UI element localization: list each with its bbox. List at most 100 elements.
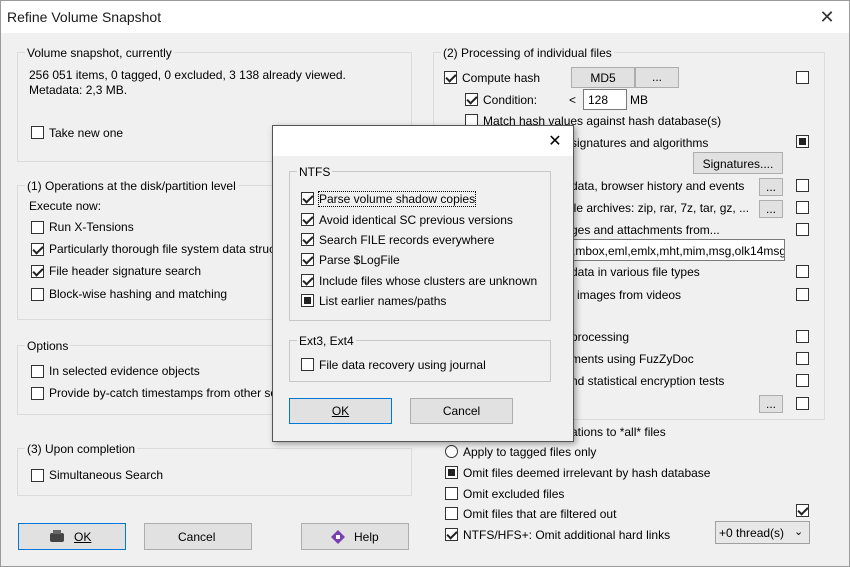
archives-checkbox[interactable] (796, 201, 809, 214)
dialog-ok-label: OK (331, 404, 350, 418)
processing-label: processing (571, 330, 630, 344)
journal-recovery-label: File data recovery using journal (319, 358, 486, 372)
thorough-fs-checkbox[interactable] (31, 243, 44, 256)
email-formats-input[interactable]: ,mbox,eml,emlx,mht,mim,msg,olk14msgs (569, 239, 785, 261)
take-new-one-checkbox[interactable] (31, 126, 44, 139)
snapshot-metadata: Metadata: 2,3 MB. (29, 83, 128, 97)
help-icon (331, 530, 345, 544)
ext-group-label: Ext3, Ext4 (297, 334, 356, 348)
window-title: Refine Volume Snapshot (7, 9, 162, 25)
parse-shadow-copies-checkbox[interactable] (301, 192, 314, 205)
include-unknown-clusters-label: Include files whose clusters are unknown (319, 274, 538, 288)
selected-evidence-checkbox[interactable] (31, 365, 44, 378)
ok-button-label: OK (74, 530, 92, 544)
simultaneous-search-checkbox[interactable] (31, 469, 44, 482)
parse-logfile-label: Parse $LogFile (319, 253, 400, 267)
size-limit-input[interactable]: 128 (583, 89, 627, 110)
help-button-label: Help (354, 530, 379, 544)
apply-tagged-radio[interactable] (445, 445, 458, 458)
hash-more-label: ... (651, 70, 662, 84)
dialog-close-icon[interactable]: ✕ (543, 131, 567, 151)
filtered-right-checkbox[interactable] (796, 504, 809, 517)
processing-checkbox-2[interactable] (796, 330, 809, 343)
apply-tagged-label: Apply to tagged files only (463, 445, 597, 459)
journal-recovery-checkbox[interactable] (301, 358, 314, 371)
cancel-button-label: Cancel (178, 530, 216, 544)
more-options-checkbox[interactable] (796, 397, 809, 410)
run-x-tensions-label: Run X-Tensions (49, 220, 134, 234)
processing-checkbox-1[interactable] (796, 71, 809, 84)
omit-excluded-checkbox[interactable] (445, 487, 458, 500)
threads-select[interactable]: +0 thread(s) ⌄ (715, 521, 810, 544)
condition-label: Condition: (483, 93, 538, 107)
encryption-checkbox[interactable] (796, 374, 809, 387)
cancel-button[interactable]: Cancel (144, 523, 252, 550)
attachments-checkbox[interactable] (796, 223, 809, 236)
browser-history-checkbox[interactable] (796, 179, 809, 192)
encryption-label: nd statistical encryption tests (571, 374, 725, 388)
block-wise-hashing-checkbox[interactable] (31, 288, 44, 301)
list-earlier-names-checkbox[interactable] (301, 294, 314, 307)
parse-logfile-checkbox[interactable] (301, 253, 314, 266)
help-button[interactable]: Help (301, 523, 409, 550)
selected-evidence-label: In selected evidence objects (49, 364, 200, 378)
dialog-cancel-label: Cancel (442, 404, 481, 418)
file-header-signature-checkbox[interactable] (31, 265, 44, 278)
dialog-cancel-button[interactable]: Cancel (410, 398, 513, 424)
attachments-label: ges and attachments from... (571, 223, 720, 237)
archives-more-button[interactable]: ... (759, 200, 783, 218)
various-types-checkbox[interactable] (796, 265, 809, 278)
bycatch-timestamps-label: Provide by-catch timestamps from other s… (49, 386, 278, 400)
parse-shadow-copies-label: Parse volume shadow copies (317, 191, 477, 207)
window-close-icon[interactable]: ✕ (813, 5, 841, 29)
avoid-identical-sc-label: Avoid identical SC previous versions (319, 213, 513, 227)
compute-hash-checkbox[interactable] (444, 71, 457, 84)
chevron-down-icon: ⌄ (794, 526, 804, 538)
run-x-tensions-checkbox[interactable] (31, 221, 44, 234)
omit-hardlinks-checkbox[interactable] (445, 528, 458, 541)
include-unknown-clusters-checkbox[interactable] (301, 274, 314, 287)
title-bar: Refine Volume Snapshot ✕ (1, 1, 849, 33)
simultaneous-search-label: Simultaneous Search (49, 468, 164, 482)
dialog-ok-button[interactable]: OK (289, 398, 392, 424)
all-files-label: ations to *all* files (571, 425, 666, 439)
file-header-signature-label: File header signature search (49, 264, 202, 278)
dialog-title-bar: ✕ (273, 126, 573, 156)
hash-type-button[interactable]: MD5 (571, 67, 635, 88)
search-file-records-checkbox[interactable] (301, 233, 314, 246)
bycatch-timestamps-checkbox[interactable] (31, 387, 44, 400)
fuzzydoc-label: ments using FuzZyDoc (571, 352, 694, 366)
videos-checkbox[interactable] (796, 288, 809, 301)
ok-button[interactable]: OK (18, 523, 126, 550)
less-than-label: < (569, 93, 577, 107)
list-earlier-names-label: List earlier names/paths (319, 294, 447, 308)
thorough-fs-label: Particularly thorough file system data s… (49, 242, 276, 256)
ok-icon (50, 530, 64, 542)
browser-history-more-button[interactable]: ... (759, 178, 783, 196)
hash-more-button[interactable]: ... (635, 67, 679, 88)
signatures-button[interactable]: Signatures.... (693, 152, 783, 174)
encryption-more-button[interactable]: ... (759, 395, 783, 413)
block-wise-hashing-label: Block-wise hashing and matching (49, 287, 228, 301)
disk-operations-group-label: (1) Operations at the disk/partition lev… (25, 179, 238, 193)
encryption-more-label: ... (765, 397, 776, 411)
avoid-identical-sc-checkbox[interactable] (301, 213, 314, 226)
archives-more-label: ... (765, 202, 776, 216)
fuzzydoc-checkbox[interactable] (796, 352, 809, 365)
execute-now-label: Execute now: (29, 199, 102, 213)
ntfs-options-dialog: ✕ NTFS Parse volume shadow copies Avoid … (272, 125, 574, 442)
omit-irrelevant-label: Omit files deemed irrelevant by hash dat… (463, 466, 711, 480)
various-types-label: data in various file types (571, 265, 700, 279)
videos-label: l images from videos (571, 288, 682, 302)
omit-hardlinks-label: NTFS/HFS+: Omit additional hard links (463, 528, 671, 542)
sig-algos-label: signatures and algorithms (571, 136, 709, 150)
completion-group-label: (3) Upon completion (25, 442, 138, 456)
email-formats-value: ,mbox,eml,emlx,mht,mim,msg,olk14msgs (572, 244, 785, 258)
condition-checkbox[interactable] (465, 93, 478, 106)
sig-algos-checkbox[interactable] (796, 135, 809, 148)
omit-filtered-checkbox[interactable] (445, 507, 458, 520)
take-new-one-label: Take new one (49, 126, 124, 140)
size-unit-label: MB (630, 93, 648, 107)
archives-label: ile archives: zip, rar, 7z, tar, gz, ... (571, 201, 750, 215)
omit-irrelevant-checkbox[interactable] (445, 466, 458, 479)
